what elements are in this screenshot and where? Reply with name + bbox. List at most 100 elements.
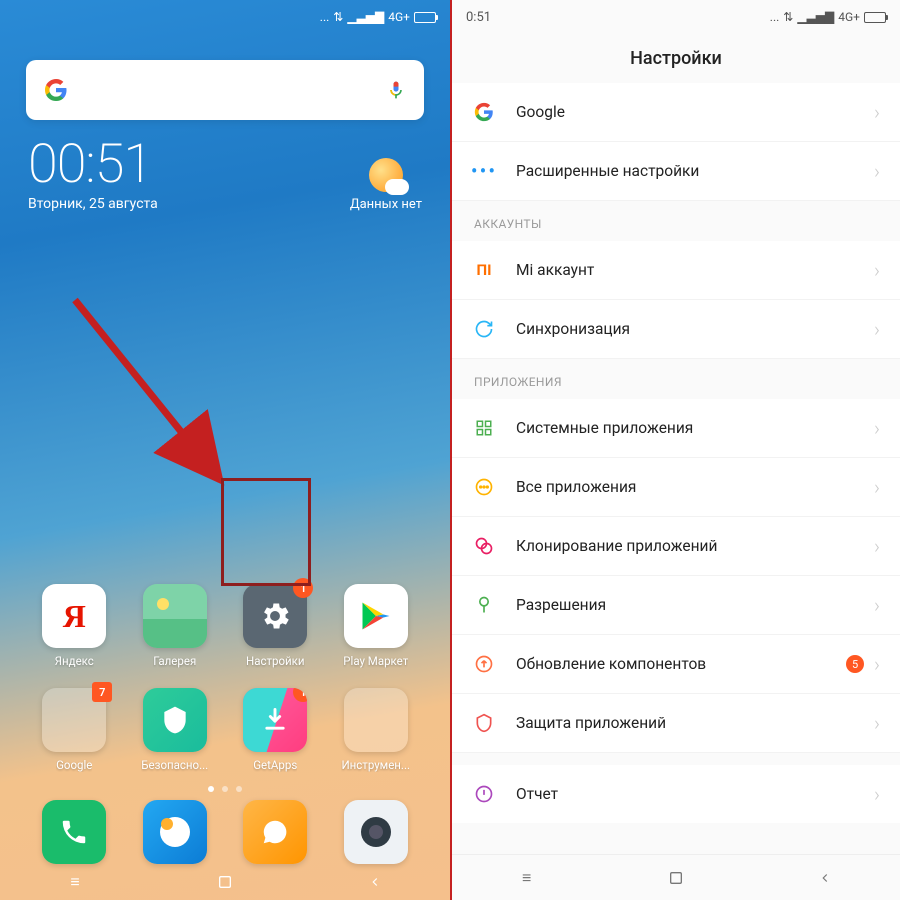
dock: [0, 800, 450, 864]
data-arrows-icon: ⇅: [783, 10, 793, 24]
chevron-right-icon: ›: [874, 711, 880, 735]
setting-label: Отчет: [516, 785, 874, 803]
annotation-arrow: [70, 295, 250, 505]
app-settings[interactable]: 1 Настройки: [229, 584, 322, 668]
setting-label: Обновление компонентов: [516, 655, 846, 673]
chevron-right-icon: ›: [874, 159, 880, 183]
navigation-bar: ≡: [452, 854, 900, 900]
chevron-right-icon: ›: [874, 258, 880, 282]
app-label: Яндекс: [55, 654, 94, 668]
settings-screen: 0:51 ... ⇅ ▁▃▅▇ 4G+ Настройки Google › •…: [450, 0, 900, 900]
dots-icon: •••: [472, 159, 496, 183]
chevron-right-icon: ›: [874, 317, 880, 341]
app-label: Галерея: [153, 654, 196, 668]
nav-menu-button[interactable]: ≡: [64, 871, 86, 893]
chevron-right-icon: ›: [874, 782, 880, 806]
status-dots: ...: [770, 10, 780, 24]
clone-icon: [472, 534, 496, 558]
nav-back-button[interactable]: [364, 871, 386, 893]
notification-badge: 7: [92, 682, 112, 702]
chevron-right-icon: ›: [874, 652, 880, 676]
navigation-bar: ≡: [0, 864, 450, 900]
network-label: 4G+: [388, 10, 410, 24]
setting-label: Защита приложений: [516, 714, 874, 732]
battery-icon: [414, 12, 436, 23]
chevron-right-icon: ›: [874, 475, 880, 499]
app-security[interactable]: Безопасно...: [129, 688, 222, 772]
google-search-bar[interactable]: [26, 60, 424, 120]
setting-app-protection[interactable]: Защита приложений ›: [452, 694, 900, 753]
signal-icon: ▁▃▅▇: [347, 10, 384, 24]
setting-advanced[interactable]: ••• Расширенные настройки ›: [452, 142, 900, 201]
shield-icon: [472, 711, 496, 735]
setting-google[interactable]: Google ›: [452, 83, 900, 142]
folder-google[interactable]: 7 Google: [28, 688, 121, 772]
setting-clone-apps[interactable]: Клонирование приложений ›: [452, 517, 900, 576]
app-label: Безопасно...: [141, 758, 208, 772]
upload-icon: [472, 652, 496, 676]
section-accounts: АККАУНТЫ: [452, 201, 900, 241]
mi-icon: ΠΙ: [472, 258, 496, 282]
battery-icon: [864, 12, 886, 23]
folder-icon: 7: [42, 688, 106, 752]
folder-tools[interactable]: Инструмен...: [330, 688, 423, 772]
setting-permissions[interactable]: Разрешения ›: [452, 576, 900, 635]
signal-icon: ▁▃▅▇: [797, 10, 834, 24]
permission-icon: [472, 593, 496, 617]
weather-label: Данных нет: [350, 197, 422, 212]
status-dots: ...: [320, 10, 330, 24]
app-gallery[interactable]: Галерея: [129, 584, 222, 668]
weather-icon: [369, 158, 403, 192]
setting-label: Клонирование приложений: [516, 537, 874, 555]
camera-app[interactable]: [344, 800, 408, 864]
chevron-right-icon: ›: [874, 593, 880, 617]
setting-mi-account[interactable]: ΠΙ Mi аккаунт ›: [452, 241, 900, 300]
nav-home-button[interactable]: [214, 871, 236, 893]
setting-all-apps[interactable]: Все приложения ›: [452, 458, 900, 517]
setting-report[interactable]: Отчет ›: [452, 765, 900, 823]
setting-label: Разрешения: [516, 596, 874, 614]
app-getapps[interactable]: 1 GetApps: [229, 688, 322, 772]
setting-system-apps[interactable]: Системные приложения ›: [452, 399, 900, 458]
section-apps: ПРИЛОЖЕНИЯ: [452, 359, 900, 399]
circle-dots-icon: [472, 475, 496, 499]
app-grid: Я Яндекс Галерея 1 Настройки Play Маркет: [0, 584, 450, 772]
phone-app[interactable]: [42, 800, 106, 864]
status-bar: 0:51 ... ⇅ ▁▃▅▇ 4G+: [452, 0, 900, 34]
messages-app[interactable]: [243, 800, 307, 864]
app-play-market[interactable]: Play Маркет: [330, 584, 423, 668]
app-label: Настройки: [246, 654, 305, 668]
gallery-icon: [143, 584, 207, 648]
google-logo-icon: [44, 78, 68, 102]
status-time: 0:51: [466, 10, 491, 25]
nav-home-button[interactable]: [665, 867, 687, 889]
data-arrows-icon: ⇅: [333, 10, 343, 24]
page-indicator[interactable]: [0, 786, 450, 792]
app-label: Инструмен...: [341, 758, 410, 772]
setting-component-update[interactable]: Обновление компонентов 5 ›: [452, 635, 900, 694]
setting-label: Все приложения: [516, 478, 874, 496]
grid-icon: [472, 416, 496, 440]
setting-label: Системные приложения: [516, 419, 874, 437]
nav-back-button[interactable]: [814, 867, 836, 889]
home-screen: ... ⇅ ▁▃▅▇ 4G+ 00:51 Вторник, 25 августа…: [0, 0, 450, 900]
security-icon: [143, 688, 207, 752]
microphone-icon[interactable]: [386, 80, 406, 100]
chevron-right-icon: ›: [874, 100, 880, 124]
browser-app[interactable]: [143, 800, 207, 864]
nav-menu-button[interactable]: ≡: [516, 867, 538, 889]
yandex-icon: Я: [42, 584, 106, 648]
setting-sync[interactable]: Синхронизация ›: [452, 300, 900, 359]
app-label: Play Маркет: [343, 654, 408, 668]
app-label: GetApps: [253, 758, 297, 772]
weather-widget[interactable]: Данных нет: [350, 158, 422, 212]
play-market-icon: [344, 584, 408, 648]
clock-date: Вторник, 25 августа: [28, 196, 350, 212]
annotation-highlight: [221, 478, 311, 586]
setting-label: Расширенные настройки: [516, 162, 874, 180]
report-icon: [472, 782, 496, 806]
sync-icon: [472, 317, 496, 341]
clock-widget[interactable]: 00:51 Вторник, 25 августа Данных нет: [0, 120, 450, 218]
app-yandex[interactable]: Я Яндекс: [28, 584, 121, 668]
setting-label: Mi аккаунт: [516, 261, 874, 279]
